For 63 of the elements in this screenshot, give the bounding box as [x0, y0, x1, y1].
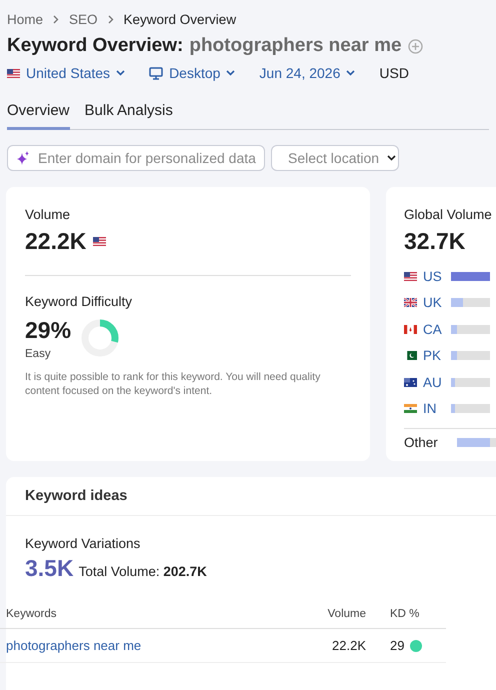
volume-bar [457, 438, 496, 447]
country-code[interactable]: AU [423, 374, 445, 390]
location-select[interactable]: Select location [271, 145, 399, 171]
difficulty-rating: Easy [25, 348, 52, 360]
difficulty-donut [81, 318, 120, 356]
sparkle-icon [16, 151, 30, 165]
tab[interactable]: Bulk Analysis [84, 98, 173, 130]
caret-icon [346, 70, 356, 76]
tab[interactable]: Overview [7, 98, 70, 130]
table-cell: 22.2K [332, 638, 366, 653]
country-code[interactable]: UK [423, 295, 445, 310]
variations-count: 3.5K [25, 555, 74, 582]
caret-icon [387, 155, 396, 161]
volume-bar [451, 378, 490, 387]
metric-label: Volume [25, 207, 72, 222]
other-label: Other [404, 435, 439, 450]
card-title: Keyword ideas [6, 477, 496, 516]
monitor-icon [149, 66, 164, 80]
column-header: KD % [390, 608, 420, 620]
keyword-title: photographers near me [189, 35, 402, 57]
flag-icon [7, 68, 20, 78]
flag-icon [404, 378, 417, 387]
add-icon[interactable] [408, 38, 423, 54]
flag-icon [404, 298, 417, 308]
date-dropdown[interactable]: Jun 24, 2026 [259, 65, 356, 81]
breadcrumb-link[interactable]: Home [7, 12, 44, 27]
country-code[interactable]: PK [423, 348, 445, 364]
page-title: Keyword Overview: [7, 35, 184, 57]
volume-value: 22.2K [25, 228, 86, 255]
volume-bar [451, 404, 490, 414]
difficulty-description: It is quite possible to rank for this keyword. You will need quality content focused on the keyword's intent. [25, 370, 322, 398]
volume-bar [451, 324, 490, 334]
caret-icon [116, 70, 126, 76]
volume-bar [451, 351, 490, 360]
flag-icon [404, 324, 417, 334]
country-dropdown[interactable]: United States [7, 65, 126, 81]
flag-icon [93, 237, 106, 246]
chevron-icon [108, 15, 114, 24]
volume-bar [451, 298, 490, 308]
device-dropdown[interactable]: Desktop [149, 65, 236, 81]
country-code[interactable]: US [423, 268, 445, 284]
currency-label: USD [379, 65, 409, 81]
metric-label: Keyword Difficulty [25, 294, 134, 309]
domain-field[interactable]: Enter domain for personalized data [7, 145, 265, 171]
country-code[interactable]: IN [423, 401, 445, 416]
total-volume: Total Volume: 202.7K [78, 564, 207, 579]
volume-bar [451, 272, 490, 281]
column-header: Keywords [6, 608, 56, 620]
chevron-icon [53, 15, 60, 24]
section-label: Keyword Variations [25, 536, 142, 551]
metric-label: Global Volume [404, 207, 493, 222]
caret-icon [226, 70, 236, 76]
column-header: Volume [328, 608, 366, 620]
keyword-link[interactable]: photographers near me [6, 638, 142, 653]
difficulty-value: 29% [25, 317, 72, 344]
table-cell: 29 [390, 638, 404, 653]
flag-icon [404, 404, 417, 414]
global-volume-value: 32.7K [404, 228, 466, 255]
breadcrumb-link[interactable]: Keyword Overview [124, 12, 236, 27]
breadcrumb-link[interactable]: SEO [69, 12, 98, 27]
flag-icon [404, 351, 417, 360]
country-code[interactable]: CA [423, 322, 445, 337]
flag-icon [404, 272, 417, 281]
